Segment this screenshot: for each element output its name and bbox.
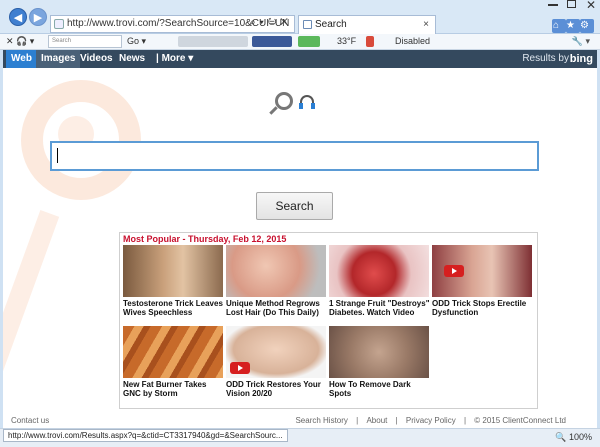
toolbar-app-chip[interactable] [178,36,248,47]
forward-button[interactable]: ▶ [29,8,47,26]
window-close-icon[interactable]: ✕ [586,0,596,12]
tab-videos[interactable]: Videos [75,50,118,68]
zoom-value: 100% [568,432,592,442]
zoom-icon: 🔍 [555,432,567,442]
video-play-icon[interactable] [444,265,464,277]
toolbar-close-icon[interactable]: ✕ 🎧 ▾ [6,34,34,48]
wrench-icon[interactable]: 🔧 ▾ [572,34,590,48]
home-icon[interactable]: ⌂ [552,19,566,33]
thumbnail-image[interactable] [226,326,326,378]
thumbnail-image[interactable] [329,326,429,378]
most-popular-title: Most Popular - Thursday, Feb 12, 2015 [123,234,287,244]
weather-temp[interactable]: 33°F [337,34,356,48]
search-button[interactable]: Search [256,192,333,220]
magnifier-icon [275,92,293,110]
dropdown-icon[interactable]: ▾ [260,17,268,28]
refresh-icon[interactable]: ↻ [268,17,280,28]
popular-item[interactable]: New Fat Burner Takes GNC by Storm [123,326,225,398]
minimize-icon[interactable] [548,4,558,6]
browser-titlebar: ◀ ▶ http://www.trovi.com/?SearchSource=1… [0,0,600,34]
status-url: http://www.trovi.com/Results.aspx?q=&cti… [3,429,288,442]
separator: | [395,416,398,425]
more-label: | More [156,53,186,64]
copyright-text: © 2015 ClientConnect Ltd [474,416,566,425]
go-label: Go [127,36,140,46]
popular-caption[interactable]: ODD Trick Stops Erectile Dysfunction [432,299,534,317]
search-input[interactable] [50,141,539,171]
thumbnail-image[interactable] [123,326,223,378]
popular-caption[interactable]: ODD Trick Restores Your Vision 20/20 [226,380,328,398]
tab-page-icon [303,20,312,29]
tab-close-icon[interactable]: × [423,16,429,34]
toolbar-search-input[interactable]: Search [48,35,122,48]
popular-item[interactable]: Unique Method Regrows Lost Hair (Do This… [226,245,328,317]
most-popular-panel: Most Popular - Thursday, Feb 12, 2015 Te… [119,232,538,409]
popular-caption[interactable]: 1 Strange Fruit "Destroys" Diabetes. Wat… [329,299,431,317]
toolbar-calendar-icon[interactable] [366,36,374,47]
thumbnail-image[interactable] [123,245,223,297]
popular-caption[interactable]: New Fat Burner Takes GNC by Storm [123,380,225,398]
thumbnail-image[interactable] [432,245,532,297]
toolbar-green-chip[interactable] [298,36,320,47]
search-icon[interactable]: ⌕ [250,17,260,28]
video-play-icon[interactable] [230,362,250,374]
results-by-label: Results by [522,53,569,64]
tab-web[interactable]: Web [6,50,37,68]
tab-images[interactable]: Images [36,50,81,68]
tab-title: Search [315,19,347,30]
tab-more[interactable]: | More ▾ [151,50,198,68]
back-button[interactable]: ◀ [9,8,27,26]
popup-blocker-status[interactable]: Disabled [395,34,430,48]
contact-link[interactable]: Contact us [11,416,49,425]
favorites-star-icon[interactable]: ★ [566,19,580,33]
popular-item[interactable]: 1 Strange Fruit "Destroys" Diabetes. Wat… [329,245,431,317]
popular-item[interactable]: How To Remove Dark Spots [329,326,431,398]
watermark-handle [3,210,60,386]
toolbar-social-icons[interactable] [252,36,292,47]
search-nav-bar: Web Images Videos News | More ▾ Results … [3,50,597,68]
popular-caption[interactable]: How To Remove Dark Spots [329,380,431,398]
headphones-icon [299,95,315,109]
main-page: Search Most Popular - Thursday, Feb 12, … [3,68,597,428]
thumbnail-image[interactable] [329,245,429,297]
magnifier-handle [269,106,278,115]
toolbar-go-button[interactable]: Go ▾ [127,34,146,48]
about-link[interactable]: About [366,416,387,425]
settings-gear-icon[interactable]: ⚙ [580,19,594,33]
bing-logo: bing [569,53,593,65]
popular-item[interactable]: ODD Trick Restores Your Vision 20/20 [226,326,328,398]
separator: | [356,416,359,425]
thumbnail-image[interactable] [226,245,326,297]
popular-caption[interactable]: Unique Method Regrows Lost Hair (Do This… [226,299,328,317]
browser-icons: ⌂★⚙ [552,16,594,33]
status-bar: http://www.trovi.com/Results.aspx?q=&cti… [0,428,600,447]
popular-item[interactable]: ODD Trick Stops Erectile Dysfunction [432,245,534,317]
footer-links: Search History | About | Privacy Policy … [292,416,569,425]
page-footer: Contact us Search History | About | Priv… [3,414,597,428]
address-tools: ⌕▾↻✕ [250,17,292,28]
tab-news[interactable]: News [114,50,150,68]
text-caret [57,148,58,163]
popular-item[interactable]: Testosterone Trick Leaves Wives Speechle… [123,245,225,317]
search-history-link[interactable]: Search History [295,416,347,425]
stop-icon[interactable]: ✕ [280,17,292,28]
tab-search[interactable]: Search × [298,15,436,34]
maximize-icon[interactable] [567,0,576,8]
popular-caption[interactable]: Testosterone Trick Leaves Wives Speechle… [123,299,225,317]
page-icon [54,19,64,29]
zoom-level[interactable]: 🔍 100% [555,432,592,443]
addon-toolbar: ✕ 🎧 ▾ Search Go ▾ 33°F Disabled 🔧 ▾ [0,34,600,50]
separator: | [463,416,467,425]
privacy-policy-link[interactable]: Privacy Policy [406,416,456,425]
